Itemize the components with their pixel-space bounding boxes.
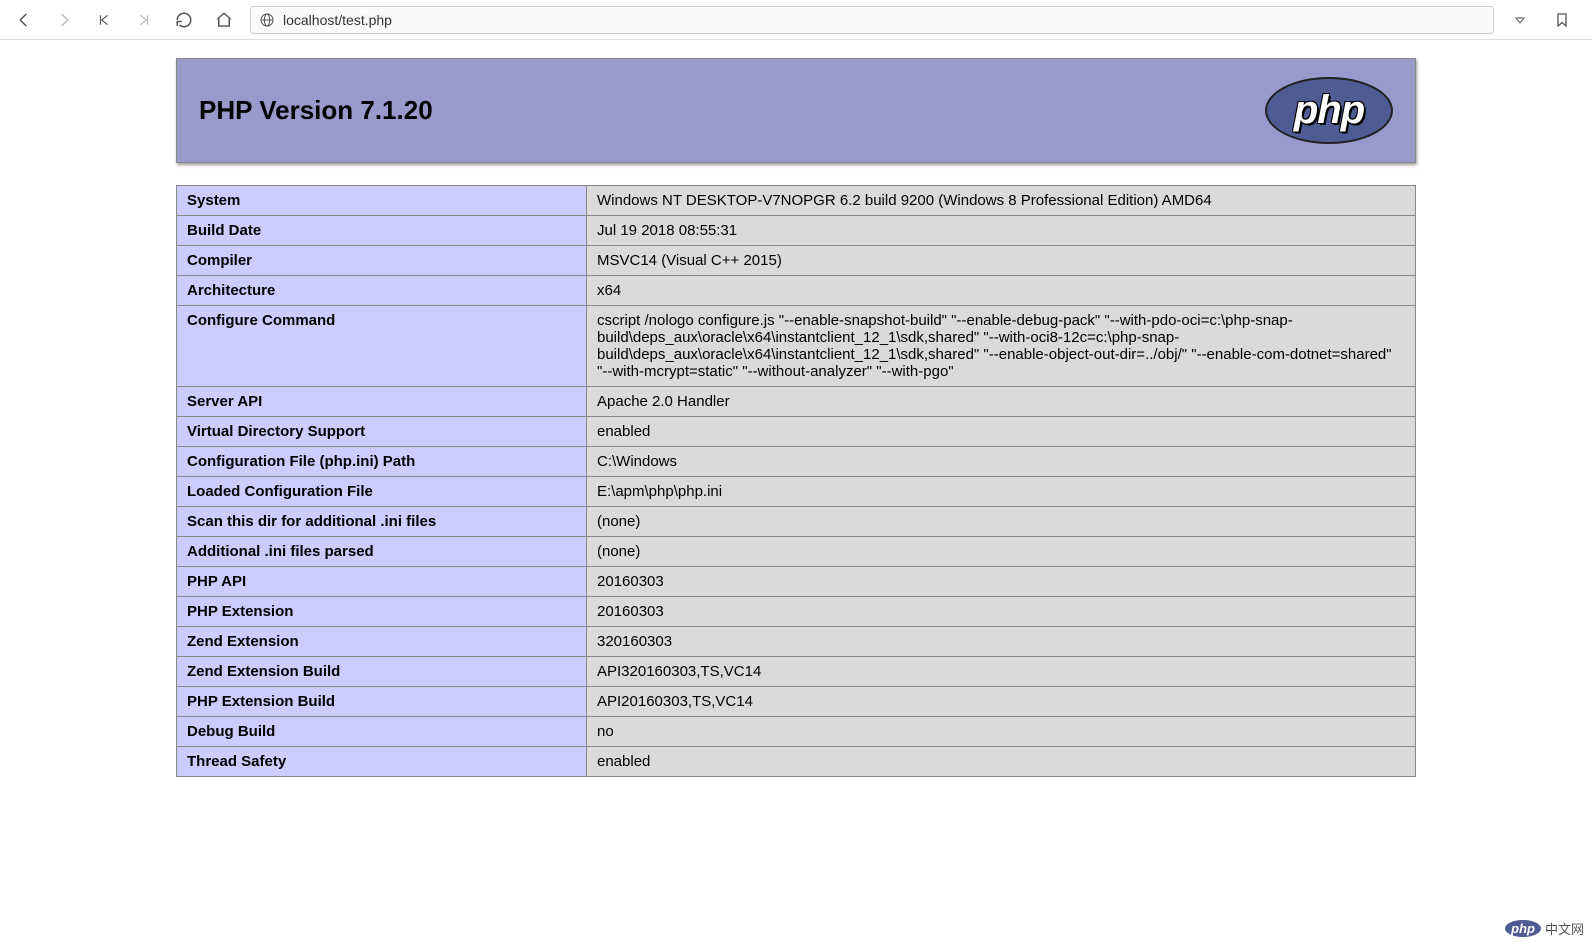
table-row: PHP Extension BuildAPI20160303,TS,VC14 [177, 687, 1416, 717]
skip-forward-button[interactable] [130, 6, 158, 34]
php-logo-text: php [1294, 88, 1364, 133]
row-value: 20160303 [587, 597, 1416, 627]
table-row: Zend Extension BuildAPI320160303,TS,VC14 [177, 657, 1416, 687]
skip-back-button[interactable] [90, 6, 118, 34]
phpinfo-header: PHP Version 7.1.20 php [176, 58, 1416, 163]
row-value: x64 [587, 276, 1416, 306]
table-row: PHP API20160303 [177, 567, 1416, 597]
table-row: PHP Extension20160303 [177, 597, 1416, 627]
row-label: PHP Extension Build [177, 687, 587, 717]
row-label: PHP API [177, 567, 587, 597]
row-label: Server API [177, 387, 587, 417]
table-row: Build DateJul 19 2018 08:55:31 [177, 216, 1416, 246]
row-label: Zend Extension Build [177, 657, 587, 687]
table-row: Configure Commandcscript /nologo configu… [177, 306, 1416, 387]
reload-button[interactable] [170, 6, 198, 34]
row-value: (none) [587, 537, 1416, 567]
php-logo: php [1265, 77, 1393, 144]
bookmark-icon[interactable] [1548, 6, 1576, 34]
row-label: Zend Extension [177, 627, 587, 657]
table-row: Configuration File (php.ini) PathC:\Wind… [177, 447, 1416, 477]
url-bar[interactable] [250, 6, 1494, 34]
table-row: Debug Buildno [177, 717, 1416, 747]
row-label: Configure Command [177, 306, 587, 387]
row-label: Thread Safety [177, 747, 587, 777]
row-label: Architecture [177, 276, 587, 306]
table-row: CompilerMSVC14 (Visual C++ 2015) [177, 246, 1416, 276]
watermark: php 中文网 [1505, 919, 1584, 938]
row-value: API20160303,TS,VC14 [587, 687, 1416, 717]
page-title: PHP Version 7.1.20 [199, 95, 433, 126]
globe-icon [259, 12, 275, 28]
row-value: enabled [587, 747, 1416, 777]
table-row: Scan this dir for additional .ini files(… [177, 507, 1416, 537]
row-label: Debug Build [177, 717, 587, 747]
row-value: 320160303 [587, 627, 1416, 657]
table-row: Loaded Configuration FileE:\apm\php\php.… [177, 477, 1416, 507]
row-label: Additional .ini files parsed [177, 537, 587, 567]
row-value: Apache 2.0 Handler [587, 387, 1416, 417]
watermark-logo: php [1505, 920, 1541, 937]
row-label: PHP Extension [177, 597, 587, 627]
table-row: Server APIApache 2.0 Handler [177, 387, 1416, 417]
page-viewport[interactable]: PHP Version 7.1.20 php SystemWindows NT … [0, 40, 1592, 944]
row-label: Build Date [177, 216, 587, 246]
row-value: cscript /nologo configure.js "--enable-s… [587, 306, 1416, 387]
table-row: Architecturex64 [177, 276, 1416, 306]
dropdown-icon[interactable] [1506, 6, 1534, 34]
row-value: no [587, 717, 1416, 747]
row-value: E:\apm\php\php.ini [587, 477, 1416, 507]
row-value: MSVC14 (Visual C++ 2015) [587, 246, 1416, 276]
toolbar-right [1506, 6, 1582, 34]
phpinfo-table: SystemWindows NT DESKTOP-V7NOPGR 6.2 bui… [176, 185, 1416, 777]
home-button[interactable] [210, 6, 238, 34]
row-label: System [177, 186, 587, 216]
row-value: C:\Windows [587, 447, 1416, 477]
row-value: Jul 19 2018 08:55:31 [587, 216, 1416, 246]
phpinfo-page: PHP Version 7.1.20 php SystemWindows NT … [176, 40, 1416, 777]
table-row: Thread Safetyenabled [177, 747, 1416, 777]
row-label: Configuration File (php.ini) Path [177, 447, 587, 477]
forward-button[interactable] [50, 6, 78, 34]
url-input[interactable] [283, 12, 1485, 28]
table-row: Zend Extension320160303 [177, 627, 1416, 657]
row-value: Windows NT DESKTOP-V7NOPGR 6.2 build 920… [587, 186, 1416, 216]
table-row: SystemWindows NT DESKTOP-V7NOPGR 6.2 bui… [177, 186, 1416, 216]
watermark-text: 中文网 [1545, 919, 1584, 938]
row-label: Loaded Configuration File [177, 477, 587, 507]
browser-toolbar [0, 0, 1592, 40]
row-label: Compiler [177, 246, 587, 276]
row-value: API320160303,TS,VC14 [587, 657, 1416, 687]
row-value: (none) [587, 507, 1416, 537]
table-row: Virtual Directory Supportenabled [177, 417, 1416, 447]
back-button[interactable] [10, 6, 38, 34]
table-row: Additional .ini files parsed(none) [177, 537, 1416, 567]
row-label: Virtual Directory Support [177, 417, 587, 447]
row-value: enabled [587, 417, 1416, 447]
row-label: Scan this dir for additional .ini files [177, 507, 587, 537]
row-value: 20160303 [587, 567, 1416, 597]
